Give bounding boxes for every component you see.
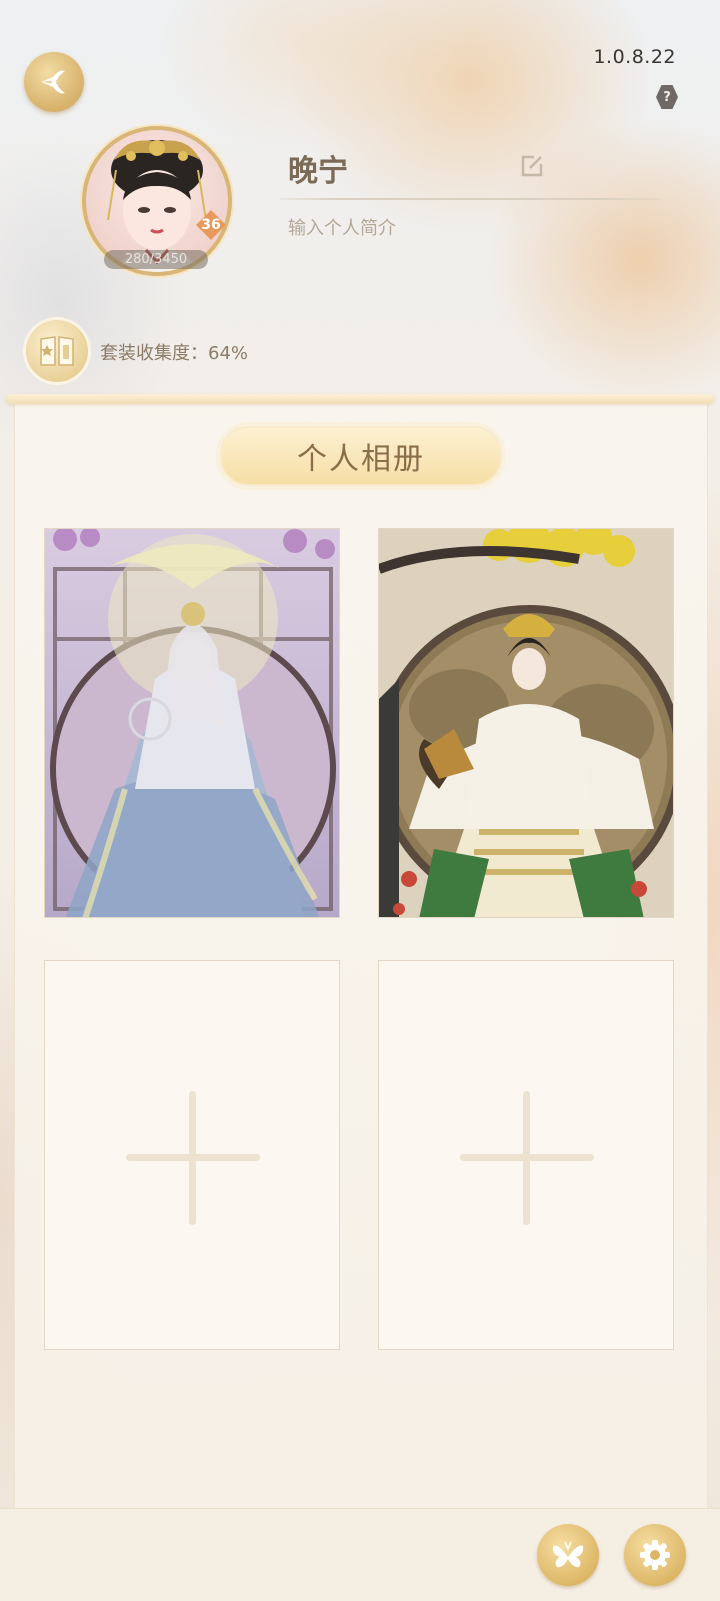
album-add-slot-1[interactable] xyxy=(44,960,340,1350)
album-title: 个人相册 xyxy=(220,426,502,486)
bio-input[interactable]: 输入个人简介 xyxy=(288,214,396,240)
butterfly-button[interactable] xyxy=(537,1524,599,1586)
name-divider xyxy=(280,198,660,200)
collection-progress: 套装收集度：64% xyxy=(100,343,249,364)
back-button[interactable] xyxy=(24,52,84,112)
album-photo-1-art xyxy=(45,529,339,917)
butterfly-icon xyxy=(552,1541,584,1568)
bottom-bar xyxy=(0,1508,720,1601)
version-label: 1.0.8.22 xyxy=(593,46,676,68)
album-photo-2[interactable] xyxy=(378,528,674,918)
plus-icon-bar xyxy=(126,1154,260,1161)
settings-button[interactable] xyxy=(624,1524,686,1586)
edit-icon[interactable] xyxy=(518,152,546,180)
album-add-slot-2[interactable] xyxy=(378,960,674,1350)
exp-bar: 280/3450 xyxy=(104,250,208,269)
back-icon xyxy=(41,70,65,94)
panel-scroll-rod xyxy=(6,394,714,404)
collection-book-icon xyxy=(40,336,74,366)
help-button[interactable]: ? xyxy=(656,85,678,109)
album-photo-2-art xyxy=(379,529,673,917)
album-photo-1[interactable] xyxy=(44,528,340,918)
collection-button[interactable] xyxy=(26,320,88,382)
nickname: 晚宁 xyxy=(288,154,348,189)
plus-icon-bar xyxy=(460,1154,594,1161)
gear-icon xyxy=(640,1540,670,1570)
